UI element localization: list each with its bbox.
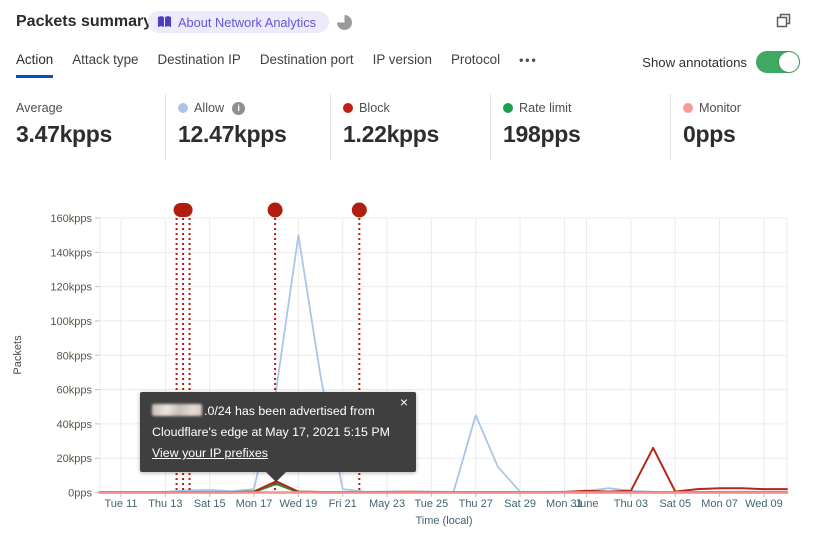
pie-progress-icon — [337, 15, 352, 30]
toggle-knob — [779, 52, 799, 72]
tab-protocol[interactable]: Protocol — [451, 52, 500, 78]
stat-value: 12.47kpps — [178, 121, 287, 147]
tab-action[interactable]: Action — [16, 52, 54, 78]
stat-label: Average — [16, 101, 63, 115]
svg-text:Tue 11: Tue 11 — [104, 498, 137, 510]
stat-value: 1.22kpps — [343, 121, 440, 147]
svg-text:Wed 09: Wed 09 — [745, 498, 783, 510]
y-axis-title: Packets — [12, 335, 24, 375]
stat-label: Rate limit — [519, 101, 572, 115]
chart-canvas: 0pps 20kpps 40kpps 60kpps 80kpps 100kpps 120kp… — [12, 202, 789, 527]
svg-text:Fri 21: Fri 21 — [329, 498, 357, 510]
svg-text:May 23: May 23 — [369, 498, 405, 510]
tab-destination-ip[interactable]: Destination IP — [157, 52, 240, 78]
stat-value: 0pps — [683, 121, 736, 147]
show-annotations-toggle[interactable] — [756, 51, 800, 73]
svg-text:120kpps: 120kpps — [50, 282, 92, 294]
svg-text:Thu 03: Thu 03 — [614, 498, 648, 510]
svg-text:60kpps: 60kpps — [57, 385, 93, 397]
redacted-ip-prefix — [152, 404, 202, 416]
annotation-tooltip: × .0/24 has been advertised from Cloudfl… — [140, 392, 416, 482]
monitor-legend-dot — [683, 103, 693, 113]
svg-text:40kpps: 40kpps — [57, 419, 93, 431]
packets-chart: 0pps 20kpps 40kpps 60kpps 80kpps 100kpps 120kp… — [0, 190, 816, 545]
svg-text:Sat 05: Sat 05 — [659, 498, 691, 510]
svg-text:100kpps: 100kpps — [50, 316, 92, 328]
rate-limit-legend-dot — [503, 103, 513, 113]
stat-label: Block — [359, 101, 390, 115]
svg-text:160kpps: 160kpps — [50, 213, 92, 225]
stats-row: Average 3.47kpps Allow i 12.47kpps Block 1.22k… — [0, 94, 816, 160]
tabs-row: Action Attack type Destination IP Destinati… — [16, 52, 538, 78]
show-annotations-control: Show annotations — [642, 51, 800, 73]
svg-text:80kpps: 80kpps — [57, 350, 93, 362]
stat-monitor: Monitor 0pps — [670, 94, 816, 160]
popout-icon[interactable] — [774, 11, 793, 35]
tab-destination-port[interactable]: Destination port — [260, 52, 354, 78]
stat-label: Allow — [194, 101, 225, 115]
stat-allow: Allow i 12.47kpps — [165, 94, 330, 160]
stat-value: 3.47kpps — [16, 121, 113, 147]
book-icon — [157, 15, 172, 29]
svg-text:20kpps: 20kpps — [57, 453, 93, 465]
close-icon[interactable]: × — [400, 395, 408, 409]
page-title: Packets summary — [16, 13, 153, 30]
view-ip-prefixes-link[interactable]: View your IP prefixes — [152, 446, 268, 460]
svg-text:140kpps: 140kpps — [50, 247, 92, 259]
stat-label: Monitor — [699, 101, 741, 115]
tab-attack-type[interactable]: Attack type — [72, 52, 138, 78]
tooltip-caret — [266, 472, 286, 482]
x-axis-title: Time (local) — [415, 515, 472, 527]
svg-text:Mon 17: Mon 17 — [236, 498, 273, 510]
svg-text:Mon 07: Mon 07 — [701, 498, 738, 510]
stat-block: Block 1.22kpps — [330, 94, 490, 160]
stat-average: Average 3.47kpps — [0, 94, 165, 160]
svg-text:June: June — [575, 498, 599, 510]
svg-text:Sat 15: Sat 15 — [194, 498, 226, 510]
show-annotations-label: Show annotations — [642, 54, 747, 70]
svg-text:0pps: 0pps — [68, 488, 92, 500]
stat-rate-limit: Rate limit 198pps — [490, 94, 670, 160]
svg-text:Wed 19: Wed 19 — [280, 498, 318, 510]
svg-text:Sat 29: Sat 29 — [504, 498, 536, 510]
tab-ip-version[interactable]: IP version — [373, 52, 432, 78]
svg-text:Thu 27: Thu 27 — [459, 498, 493, 510]
about-network-analytics-badge[interactable]: About Network Analytics — [148, 11, 329, 33]
badge-label: About Network Analytics — [178, 14, 316, 30]
tabs: Action Attack type Destination IP Destinati… — [16, 52, 500, 78]
allow-legend-dot — [178, 103, 188, 113]
network-analytics-panel: Packets summary About Network Analytics … — [0, 0, 816, 545]
stat-value: 198pps — [503, 121, 581, 147]
tooltip-line-1: .0/24 has been advertised from — [152, 401, 406, 422]
tooltip-line-2: Cloudflare's edge at May 17, 2021 5:15 P… — [152, 425, 390, 439]
svg-text:Thu 13: Thu 13 — [148, 498, 182, 510]
svg-text:Tue 25: Tue 25 — [414, 498, 448, 510]
more-tabs-button[interactable]: ••• — [519, 52, 538, 69]
info-icon[interactable]: i — [232, 101, 246, 115]
block-legend-dot — [343, 103, 353, 113]
